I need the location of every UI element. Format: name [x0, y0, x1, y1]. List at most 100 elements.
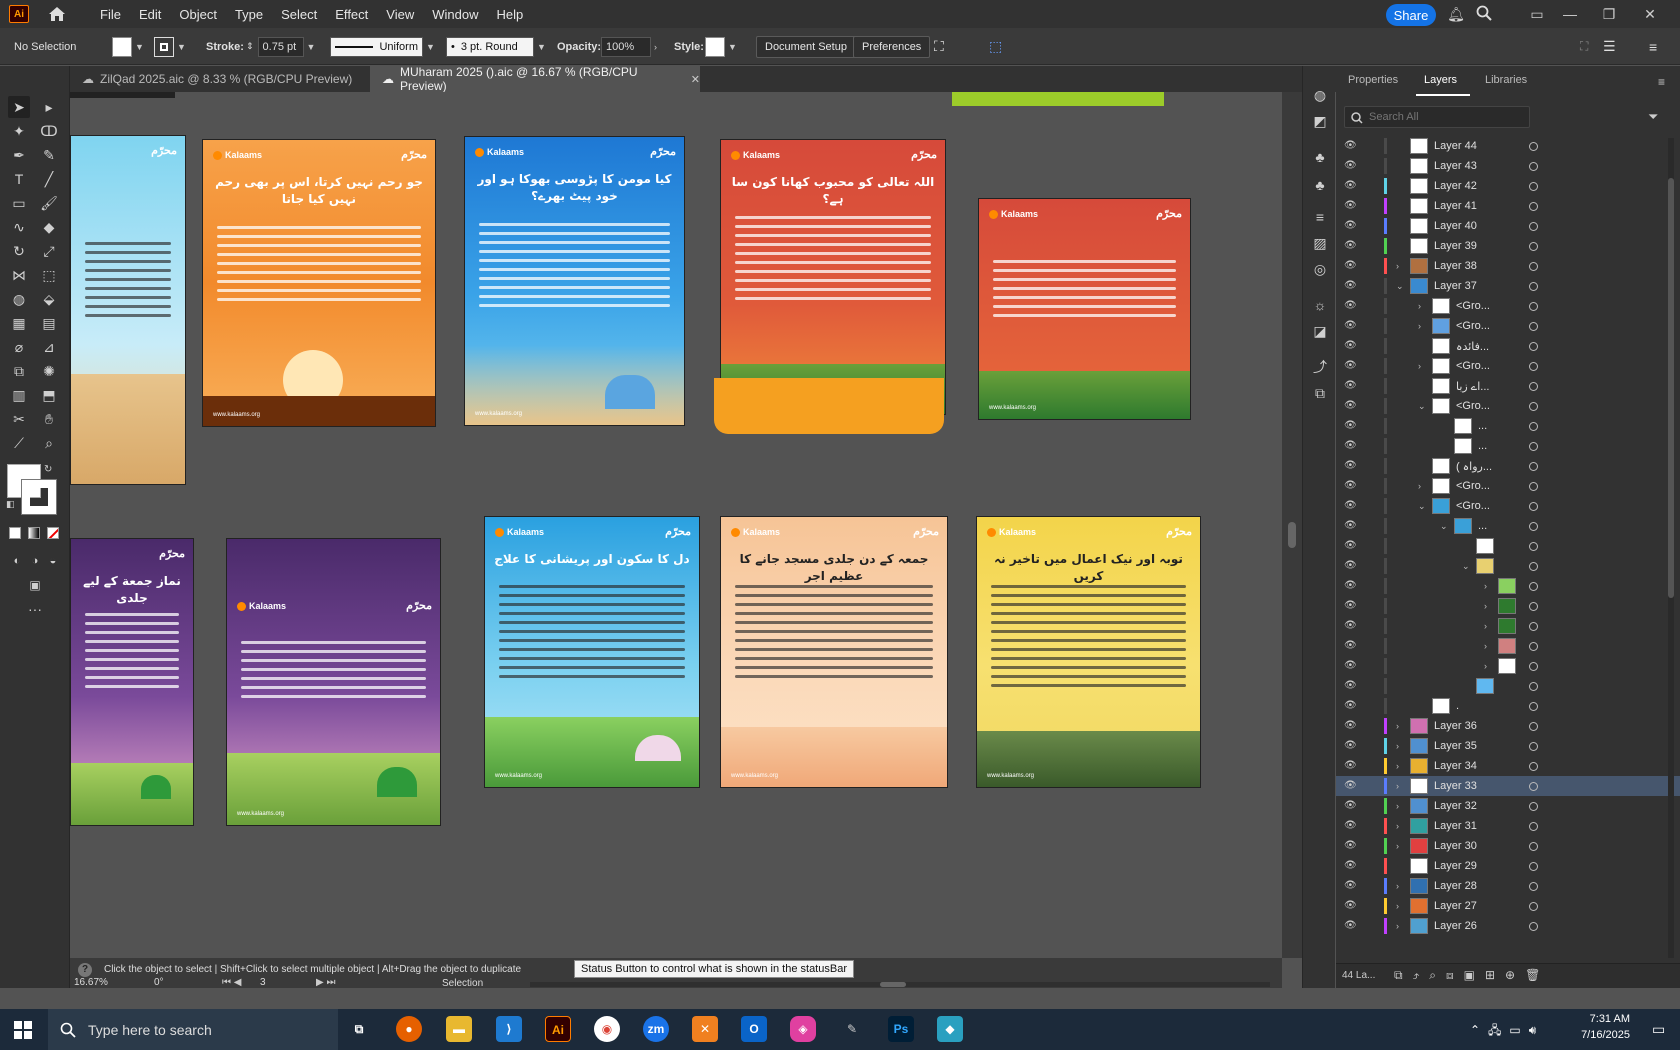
pen-tool-icon[interactable]: ✒ [8, 144, 30, 166]
target-icon[interactable] [1529, 601, 1538, 611]
expand-chevron-icon[interactable]: ⌄ [1418, 401, 1426, 412]
eye-icon[interactable]: 👁︎ [1344, 341, 1358, 351]
xampp-icon[interactable]: ✕ [692, 1016, 718, 1042]
hand-tool-icon[interactable]: ✋︎ [38, 408, 60, 430]
more-tools-icon[interactable]: ··· [24, 598, 46, 620]
layer-row[interactable]: 👁︎ Layer 40 [1336, 216, 1680, 236]
panel-toggle-icon[interactable]: ☰ [1603, 28, 1616, 65]
layer-row[interactable]: 👁︎ Layer 44 [1336, 136, 1680, 156]
layer-row[interactable]: 👁︎ › [1336, 636, 1680, 656]
width-tool-icon[interactable]: ⋈ [8, 264, 30, 286]
panel-menu-icon[interactable]: ≡ [1658, 75, 1665, 89]
layer-row[interactable]: 👁︎ › Layer 27 [1336, 896, 1680, 916]
menu-item-type[interactable]: Type [226, 7, 272, 22]
eye-icon[interactable]: 👁︎ [1344, 681, 1358, 691]
target-icon[interactable] [1529, 381, 1538, 391]
layer-row[interactable]: 👁︎. [1336, 696, 1680, 716]
preferences-button[interactable]: Preferences [853, 35, 931, 58]
eye-icon[interactable]: 👁︎ [1344, 541, 1358, 551]
menu-item-effect[interactable]: Effect [326, 7, 377, 22]
expand-chevron-icon[interactable]: › [1396, 761, 1399, 771]
restore-icon[interactable]: ❐ [1600, 5, 1618, 23]
layer-footer-actions[interactable]: ⧉⤴⌕⧈▣⊞⊕🗑︎ [1394, 968, 1550, 983]
target-icon[interactable] [1529, 921, 1538, 931]
layers-search-input[interactable] [1369, 110, 1519, 124]
stroke-swatch[interactable] [154, 36, 174, 57]
layer-row[interactable]: 👁︎ › <Gro... [1336, 296, 1680, 316]
target-icon[interactable] [1529, 761, 1538, 771]
layer-row[interactable]: 👁︎ › Layer 38 [1336, 256, 1680, 276]
gradient-tool-icon[interactable]: ▤ [38, 312, 60, 334]
minimize-icon[interactable]: — [1561, 5, 1579, 23]
expand-chevron-icon[interactable]: › [1396, 921, 1399, 931]
expand-chevron-icon[interactable]: › [1396, 781, 1399, 791]
stepper-icon[interactable]: ⇕ [246, 41, 254, 52]
layer-row[interactable]: 👁︎ › Layer 26 [1336, 916, 1680, 936]
target-icon[interactable] [1529, 161, 1538, 171]
expand-chevron-icon[interactable]: › [1396, 741, 1399, 751]
filter-icon[interactable]: ⏷ [1648, 109, 1658, 125]
workspace-icon[interactable]: ▭ [1528, 5, 1546, 23]
target-icon[interactable] [1529, 361, 1538, 371]
puppet-panel-icon[interactable]: ♣ [1309, 174, 1331, 196]
mesh-tool-icon[interactable]: ▦ [8, 312, 30, 334]
close-tab-icon[interactable]: ✕ [691, 73, 700, 86]
system-tray-icons[interactable]: ⌃🖧︎▭🔊︎ [1470, 1021, 1544, 1042]
taskbar-date[interactable]: 7/16/2025 [1566, 1029, 1630, 1041]
eye-icon[interactable]: 👁︎ [1344, 321, 1358, 331]
graphic-style-swatch[interactable] [705, 36, 725, 57]
photos-icon[interactable]: ◈ [790, 1016, 816, 1042]
target-icon[interactable] [1529, 221, 1538, 231]
shape-builder-tool-icon[interactable]: ◍ [8, 288, 30, 310]
target-icon[interactable] [1529, 721, 1538, 731]
expand-chevron-icon[interactable]: ⌄ [1440, 521, 1448, 532]
target-icon[interactable] [1529, 141, 1538, 151]
scroll-thumb[interactable] [1288, 522, 1296, 548]
eye-icon[interactable]: 👁︎ [1344, 821, 1358, 831]
variable-width-profile[interactable]: Uniform [330, 36, 423, 57]
menu-icon[interactable]: ≡ [1649, 28, 1657, 65]
layer-row[interactable]: 👁︎ ⌄ Layer 37 [1336, 276, 1680, 296]
menu-item-select[interactable]: Select [272, 7, 326, 22]
eye-icon[interactable]: 👁︎ [1344, 581, 1358, 591]
tab-muharam[interactable]: ☁︎ MUharam 2025 ().aic @ 16.67 % (RGB/CPU… [370, 65, 700, 93]
expand-chevron-icon[interactable]: › [1418, 301, 1421, 311]
recolor-icon[interactable]: ⬚ [989, 28, 1002, 65]
artboard-tool-icon[interactable]: ⬒ [38, 384, 60, 406]
eye-icon[interactable]: 👁︎ [1344, 481, 1358, 491]
layer-row[interactable]: 👁︎ › Layer 28 [1336, 876, 1680, 896]
expand-chevron-icon[interactable]: › [1396, 901, 1399, 911]
artboard-a1[interactable]: محرّم [70, 135, 186, 485]
expand-chevron-icon[interactable]: › [1418, 361, 1421, 371]
target-icon[interactable] [1529, 821, 1538, 831]
scale-tool-icon[interactable]: ⤢ [38, 240, 60, 262]
target-icon[interactable] [1529, 561, 1538, 571]
layer-row[interactable]: 👁︎ Layer 29 [1336, 856, 1680, 876]
live-paint-tool-icon[interactable]: ⬙ [38, 288, 60, 310]
target-icon[interactable] [1529, 261, 1538, 271]
taskbar-search[interactable]: Type here to search [48, 1009, 338, 1050]
tab-layers[interactable]: Layers [1424, 74, 1457, 86]
target-icon[interactable] [1529, 541, 1538, 551]
target-icon[interactable] [1529, 181, 1538, 191]
expand-chevron-icon[interactable]: › [1396, 841, 1399, 851]
artboard-field[interactable]: 3 [260, 977, 306, 990]
close-icon[interactable]: ✕ [1641, 5, 1659, 23]
target-icon[interactable] [1529, 841, 1538, 851]
eye-icon[interactable]: 👁︎ [1344, 281, 1358, 291]
eye-icon[interactable]: 👁︎ [1344, 381, 1358, 391]
layer-row[interactable]: 👁︎ ⌄ [1336, 556, 1680, 576]
search-icon[interactable] [1475, 5, 1493, 23]
layer-row[interactable]: 👁︎ فائدہ... [1336, 336, 1680, 356]
eraser-tool-icon[interactable]: ◆ [38, 216, 60, 238]
app-icon[interactable]: ◆ [937, 1016, 963, 1042]
eye-icon[interactable]: 👁︎ [1344, 501, 1358, 511]
artboard-b4[interactable]: Kalaams محرّم جمعہ کے دن جلدی مسجد جانے … [720, 516, 948, 788]
none-mode-icon[interactable] [47, 527, 59, 539]
eye-icon[interactable]: 👁︎ [1344, 401, 1358, 411]
eye-icon[interactable]: 👁︎ [1344, 701, 1358, 711]
eye-icon[interactable]: 👁︎ [1344, 861, 1358, 871]
tab-libraries[interactable]: Libraries [1485, 74, 1527, 86]
eye-icon[interactable]: 👁︎ [1344, 221, 1358, 231]
layer-row[interactable]: 👁︎ Layer 39 [1336, 236, 1680, 256]
